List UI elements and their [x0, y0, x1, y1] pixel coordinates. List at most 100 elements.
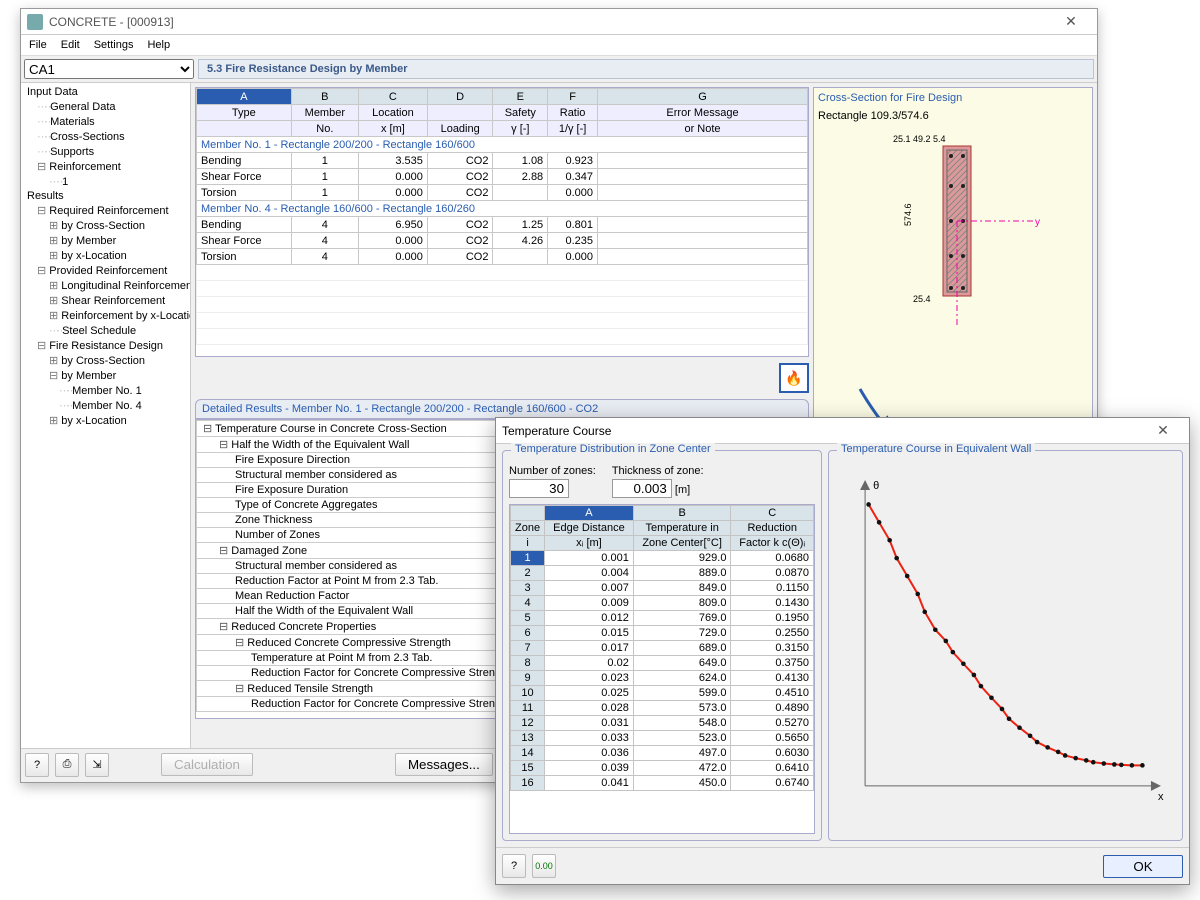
left-group-title: Temperature Distribution in Zone Center — [511, 443, 715, 455]
right-group-title: Temperature Course in Equivalent Wall — [837, 443, 1035, 455]
dialog-close-icon[interactable]: ✕ — [1143, 422, 1183, 439]
col-G[interactable]: G — [598, 89, 808, 105]
table-row[interactable]: Shear Force10.000CO22.880.347 — [197, 169, 808, 185]
col-A[interactable]: A — [197, 89, 292, 105]
tree-fire-x[interactable]: by x-Location — [23, 413, 188, 428]
detail-header: Detailed Results - Member No. 1 - Rectan… — [195, 399, 809, 419]
dialog-help-button[interactable]: ? — [502, 854, 526, 878]
zone-row[interactable]: 130.033523.00.5650 — [511, 731, 814, 746]
zone-row[interactable]: 60.015729.00.2550 — [511, 626, 814, 641]
main-titlebar: CONCRETE - [000913] ✕ — [21, 9, 1097, 35]
tree-reinforcement[interactable]: Reinforcement — [23, 159, 188, 174]
panel-title: 5.3 Fire Resistance Design by Member — [198, 59, 1094, 79]
zones-table[interactable]: A B C ZoneEdge DistanceTemperature inRed… — [510, 505, 814, 791]
tree-steel-sched[interactable]: Steel Schedule — [23, 323, 188, 338]
zone-row[interactable]: 70.017689.00.3150 — [511, 641, 814, 656]
menu-help[interactable]: Help — [147, 39, 170, 51]
tree-prov-long[interactable]: Longitudinal Reinforcement — [23, 278, 188, 293]
num-zones-input[interactable] — [509, 479, 569, 498]
menu-file[interactable]: File — [29, 39, 47, 51]
menu-edit[interactable]: Edit — [61, 39, 80, 51]
zone-thick-input[interactable] — [612, 479, 672, 498]
zone-row[interactable]: 10.001929.00.0680 — [511, 551, 814, 566]
zone-row[interactable]: 100.025599.00.4510 — [511, 686, 814, 701]
col-E[interactable]: E — [493, 89, 548, 105]
menu-settings[interactable]: Settings — [94, 39, 134, 51]
svg-text:θ: θ — [873, 480, 879, 492]
zone-thick-label: Thickness of zone: — [612, 465, 704, 477]
zone-row[interactable]: 40.009809.00.1430 — [511, 596, 814, 611]
import-icon: ⇲ — [92, 758, 101, 771]
tree-prov-shear[interactable]: Shear Reinforcement — [23, 293, 188, 308]
help-button[interactable]: ? — [25, 753, 49, 777]
zone-row[interactable]: 30.007849.00.1150 — [511, 581, 814, 596]
tree-cross-sections[interactable]: Cross-Sections — [23, 129, 188, 144]
dialog-precision-button[interactable]: 0.00 — [532, 854, 556, 878]
export-icon: ⎙ — [63, 758, 72, 771]
temperature-chart-group: Temperature Course in Equivalent Wall θ … — [828, 450, 1183, 841]
results-table[interactable]: A B C D E F G TypeMemberLocationSafetyRa… — [196, 88, 808, 345]
messages-button[interactable]: Messages... — [395, 753, 493, 776]
tree-req-cs[interactable]: by Cross-Section — [23, 218, 188, 233]
tree-fire-mem1[interactable]: Member No. 1 — [23, 383, 188, 398]
tree-input-data[interactable]: Input Data — [23, 85, 188, 99]
zone-row[interactable]: 150.039472.00.6410 — [511, 761, 814, 776]
zone-thick-unit: [m] — [675, 484, 690, 496]
num-zones-label: Number of zones: — [509, 465, 596, 477]
tree-reinf-1[interactable]: 1 — [23, 174, 188, 189]
close-icon[interactable]: ✕ — [1051, 13, 1091, 30]
decimals-icon: 0.00 — [535, 861, 553, 871]
table-row[interactable]: Shear Force40.000CO24.260.235 — [197, 233, 808, 249]
tree-provided[interactable]: Provided Reinforcement — [23, 263, 188, 278]
zone-row[interactable]: 20.004889.00.0870 — [511, 566, 814, 581]
tree-supports[interactable]: Supports — [23, 144, 188, 159]
cross-section-diagram: y z 25.1 49.2 5.4 574.6 25.4 — [853, 126, 1053, 326]
zone-distribution-group: Temperature Distribution in Zone Center … — [502, 450, 822, 841]
tree-req-x[interactable]: by x-Location — [23, 248, 188, 263]
col-C[interactable]: C — [358, 89, 427, 105]
zone-row[interactable]: 110.028573.00.4890 — [511, 701, 814, 716]
cs-subtitle: Rectangle 109.3/574.6 — [818, 110, 1088, 122]
tree-materials[interactable]: Materials — [23, 114, 188, 129]
app-icon — [27, 14, 43, 30]
svg-text:x: x — [1158, 791, 1164, 803]
svg-text:25.4: 25.4 — [913, 294, 931, 304]
ok-button[interactable]: OK — [1103, 855, 1183, 878]
table-row[interactable]: Torsion40.000CO20.000 — [197, 249, 808, 265]
export-button[interactable]: ⎙ — [55, 753, 79, 777]
tree-req-mem[interactable]: by Member — [23, 233, 188, 248]
dialog-title: Temperature Course — [502, 424, 1143, 438]
cs-title: Cross-Section for Fire Design — [818, 92, 1088, 104]
calculation-button[interactable]: Calculation — [161, 753, 253, 776]
tree-fire-cs[interactable]: by Cross-Section — [23, 353, 188, 368]
fire-icon: 🔥 — [785, 370, 802, 387]
menubar: File Edit Settings Help — [21, 35, 1097, 56]
zone-row[interactable]: 160.041450.00.6740 — [511, 776, 814, 791]
help-icon: ? — [511, 860, 517, 872]
help-icon: ? — [34, 759, 40, 771]
col-D[interactable]: D — [427, 89, 493, 105]
col-F[interactable]: F — [548, 89, 598, 105]
zone-row[interactable]: 90.023624.00.4130 — [511, 671, 814, 686]
app-title: CONCRETE - [000913] — [49, 15, 1051, 29]
tree-fire-mem[interactable]: by Member — [23, 368, 188, 383]
fire-diagram-button[interactable]: 🔥 — [779, 363, 809, 393]
tree-prov-x[interactable]: Reinforcement by x-Location — [23, 308, 188, 323]
table-row[interactable]: Torsion10.000CO20.000 — [197, 185, 808, 201]
zone-row[interactable]: 50.012769.00.1950 — [511, 611, 814, 626]
table-row[interactable]: Bending13.535CO21.080.923 — [197, 153, 808, 169]
table-row[interactable]: Bending46.950CO21.250.801 — [197, 217, 808, 233]
navigation-tree[interactable]: Input Data General Data Materials Cross-… — [21, 83, 191, 748]
zone-row[interactable]: 120.031548.00.5270 — [511, 716, 814, 731]
col-B[interactable]: B — [291, 89, 358, 105]
tree-results[interactable]: Results — [23, 189, 188, 203]
zone-row[interactable]: 140.036497.00.6030 — [511, 746, 814, 761]
svg-text:y: y — [1035, 217, 1040, 228]
tree-required[interactable]: Required Reinforcement — [23, 203, 188, 218]
tree-fire-mem4[interactable]: Member No. 4 — [23, 398, 188, 413]
tree-fire[interactable]: Fire Resistance Design — [23, 338, 188, 353]
import-button[interactable]: ⇲ — [85, 753, 109, 777]
zone-row[interactable]: 80.02649.00.3750 — [511, 656, 814, 671]
section-select[interactable]: CA1 — [24, 59, 194, 79]
tree-general-data[interactable]: General Data — [23, 99, 188, 114]
